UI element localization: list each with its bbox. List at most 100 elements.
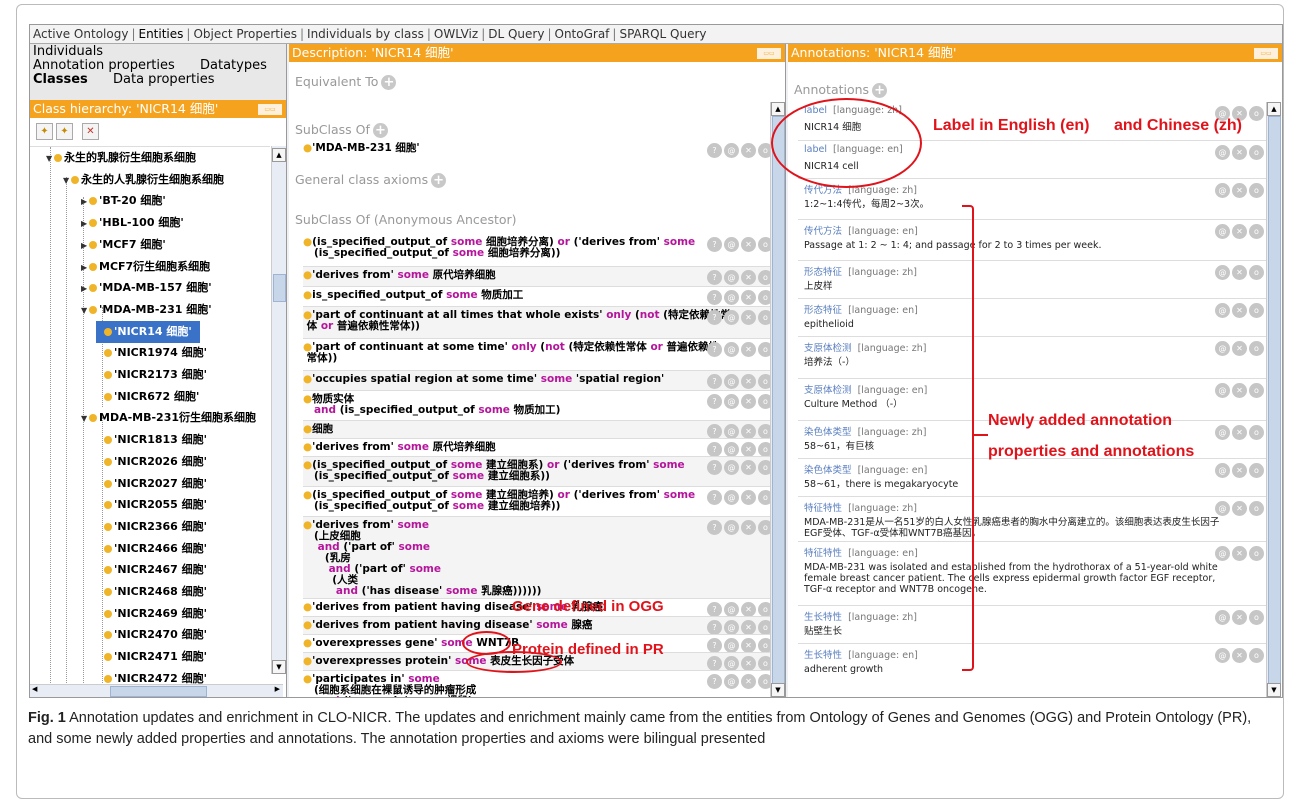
expand-closed-icon[interactable]: ▶ bbox=[81, 213, 89, 235]
expand-open-icon[interactable]: ▼ bbox=[46, 148, 54, 170]
delete-icon[interactable]: ✕ bbox=[1232, 463, 1247, 478]
annotation-row[interactable]: 生长特性 [language: en] adherent growth @ ✕ o bbox=[798, 643, 1268, 675]
delete-icon[interactable]: ✕ bbox=[1232, 224, 1247, 239]
edit-icon[interactable]: o bbox=[1249, 546, 1264, 561]
scroll-up-arrow-icon[interactable]: ▲ bbox=[771, 102, 785, 116]
tree-node[interactable]: 'NICR2469 细胞' bbox=[96, 603, 207, 625]
scroll-thumb[interactable] bbox=[273, 274, 286, 302]
axiom-row[interactable]: ●物质实体 and (is_specified_output_of some 物… bbox=[303, 390, 773, 421]
tab-owlviz[interactable]: OWLViz bbox=[431, 27, 481, 41]
annotate-icon[interactable]: @ bbox=[1215, 224, 1230, 239]
annotation-property[interactable]: 染色体类型 bbox=[804, 427, 852, 438]
edit-icon[interactable]: o bbox=[1249, 425, 1264, 440]
axiom-row[interactable]: ●'occupies spatial region at some time' … bbox=[303, 370, 773, 391]
annotate-icon[interactable]: @ bbox=[1215, 610, 1230, 625]
annotate-icon[interactable]: @ bbox=[1215, 648, 1230, 663]
tree-node[interactable]: 'NICR1974 细胞' bbox=[96, 342, 207, 364]
tree-node[interactable]: 'NICR2467 细胞' bbox=[96, 559, 207, 581]
annotate-icon[interactable]: @ bbox=[1215, 463, 1230, 478]
scroll-right-arrow-icon[interactable]: ▶ bbox=[275, 685, 280, 693]
annotate-icon[interactable]: @ bbox=[1215, 546, 1230, 561]
axiom-row[interactable]: ●'participates in' some (细胞系细胞在裸鼠诱导的肿瘤形成… bbox=[303, 670, 773, 697]
delete-icon[interactable]: ✕ bbox=[1232, 546, 1247, 561]
scroll-left-arrow-icon[interactable]: ◀ bbox=[32, 685, 37, 693]
tree-node[interactable]: ▼ 永生的人乳腺衍生细胞系细胞 bbox=[63, 169, 224, 191]
annotations-scrollbar[interactable]: ▲ ▼ bbox=[1266, 102, 1281, 697]
edit-icon[interactable]: o bbox=[1249, 106, 1264, 121]
annotation-row[interactable]: 生长特性 [language: zh] 贴壁生长 @ ✕ o bbox=[798, 605, 1268, 644]
add-subclass-of-icon[interactable]: + bbox=[372, 123, 388, 138]
delete-icon[interactable]: ✕ bbox=[1232, 648, 1247, 663]
annotate-icon[interactable]: @ bbox=[1215, 501, 1230, 516]
delete-class-icon[interactable]: ✕ bbox=[82, 123, 99, 140]
scroll-up-arrow-icon[interactable]: ▲ bbox=[1267, 102, 1281, 116]
annotation-row[interactable]: 形态特征 [language: en] epithelioid @ ✕ o bbox=[798, 298, 1268, 337]
tree-node[interactable]: 'NICR2366 细胞' bbox=[96, 516, 207, 538]
tree-node[interactable]: 'NICR672 细胞' bbox=[96, 386, 199, 408]
subtab-classes[interactable]: Classes bbox=[33, 73, 88, 87]
expand-closed-icon[interactable]: ▶ bbox=[81, 235, 89, 257]
annotate-icon[interactable]: @ bbox=[1215, 265, 1230, 280]
tab-active-ontology[interactable]: Active Ontology bbox=[30, 27, 131, 41]
subtab-data-properties[interactable]: Data properties bbox=[113, 73, 215, 87]
description-options-button[interactable]: ▭▭ bbox=[757, 48, 781, 59]
tree-node[interactable]: 'NICR1813 细胞' bbox=[96, 429, 207, 451]
axiom-row[interactable]: ●is_specified_output_of some 物质加工? @ ✕ o bbox=[303, 286, 773, 307]
add-general-axiom-icon[interactable]: + bbox=[431, 173, 447, 188]
annotations-options-button[interactable]: ▭▭ bbox=[1254, 48, 1278, 59]
delete-icon[interactable]: ✕ bbox=[1232, 341, 1247, 356]
delete-icon[interactable]: ✕ bbox=[1232, 610, 1247, 625]
axiom-row[interactable]: ●(is_specified_output_of some 细胞培养分离) or… bbox=[303, 234, 773, 266]
edit-icon[interactable]: o bbox=[1249, 145, 1264, 160]
annotation-property[interactable]: 支原体检测 bbox=[804, 385, 852, 396]
edit-icon[interactable]: o bbox=[1249, 648, 1264, 663]
subtab-annotation-properties[interactable]: Annotation properties bbox=[33, 59, 175, 73]
scroll-up-arrow-icon[interactable]: ▲ bbox=[272, 148, 286, 162]
subclass-of-item[interactable]: ●'MDA-MB-231 细胞' ? @ ✕ o bbox=[303, 140, 773, 160]
tree-node[interactable]: 'NICR2470 细胞' bbox=[96, 624, 207, 646]
axiom-row[interactable]: ●'part of continuant at all times that w… bbox=[303, 306, 773, 339]
axiom-row[interactable]: ●'derives from' some (上皮细胞 and ('part of… bbox=[303, 516, 773, 599]
tree-node[interactable]: 'NICR2468 细胞' bbox=[96, 581, 207, 603]
expand-open-icon[interactable]: ▼ bbox=[81, 300, 89, 322]
edit-icon[interactable]: o bbox=[1249, 501, 1264, 516]
delete-icon[interactable]: ✕ bbox=[1232, 303, 1247, 318]
edit-icon[interactable]: o bbox=[1249, 183, 1264, 198]
tab-dl-query[interactable]: DL Query bbox=[485, 27, 547, 41]
annotation-property[interactable]: 染色体类型 bbox=[804, 465, 852, 476]
annotate-icon[interactable]: @ bbox=[1215, 145, 1230, 160]
annotate-icon[interactable]: @ bbox=[1215, 425, 1230, 440]
tree-node[interactable]: ▶ 'MCF7 细胞' bbox=[81, 234, 166, 256]
tree-node[interactable]: 'NICR2055 细胞' bbox=[96, 494, 207, 516]
annotation-row[interactable]: 染色体类型 [language: en] 58~61，there is megak… bbox=[798, 458, 1268, 497]
annotation-row[interactable]: 传代方法 [language: en] Passage at 1: 2 ~ 1: … bbox=[798, 219, 1268, 261]
tree-node[interactable]: ▼ MDA-MB-231衍生细胞系细胞 bbox=[81, 407, 256, 429]
annotation-row[interactable]: 支原体检测 [language: zh] 培养法（-） @ ✕ o bbox=[798, 336, 1268, 379]
annotation-property[interactable]: 特征特性 bbox=[804, 548, 842, 559]
annotate-icon[interactable]: @ bbox=[1215, 341, 1230, 356]
annotation-property[interactable]: 特征特性 bbox=[804, 503, 842, 514]
axiom-row[interactable]: ●'derives from' some 原代培养细胞? @ ✕ o bbox=[303, 438, 773, 457]
annotation-property[interactable]: 支原体检测 bbox=[804, 343, 852, 354]
tree-node[interactable]: ▼ 永生的乳腺衍生细胞系细胞 bbox=[46, 147, 196, 169]
tree-node[interactable]: 'NICR2026 细胞' bbox=[96, 451, 207, 473]
delete-icon[interactable]: ✕ bbox=[1232, 145, 1247, 160]
tree-vertical-scrollbar[interactable]: ▲ ▼ bbox=[271, 146, 286, 674]
edit-icon[interactable]: o bbox=[1249, 463, 1264, 478]
delete-icon[interactable]: ✕ bbox=[1232, 425, 1247, 440]
axiom-row[interactable]: ●(is_specified_output_of some 建立细胞系) or … bbox=[303, 456, 773, 487]
delete-icon[interactable]: ✕ bbox=[1232, 183, 1247, 198]
expand-open-icon[interactable]: ▼ bbox=[81, 408, 89, 430]
axiom-row[interactable]: ●'part of continuant at some time' only … bbox=[303, 338, 773, 371]
edit-icon[interactable]: o bbox=[1249, 265, 1264, 280]
tab-object-properties[interactable]: Object Properties bbox=[190, 27, 300, 41]
add-annotation-icon[interactable]: + bbox=[872, 83, 888, 98]
add-sibling-icon[interactable]: ✦ bbox=[56, 123, 73, 140]
axiom-row[interactable]: ●'derives from' some 原代培养细胞? @ ✕ o bbox=[303, 266, 773, 287]
scroll-down-arrow-icon[interactable]: ▼ bbox=[272, 660, 286, 674]
tree-node[interactable]: ▶ MCF7衍生细胞系细胞 bbox=[81, 256, 210, 278]
edit-icon[interactable]: o bbox=[1249, 383, 1264, 398]
subtab-datatypes[interactable]: Datatypes bbox=[200, 59, 267, 73]
scroll-thumb[interactable] bbox=[772, 116, 785, 688]
panel-options-button[interactable]: ▭▭ bbox=[258, 104, 282, 115]
